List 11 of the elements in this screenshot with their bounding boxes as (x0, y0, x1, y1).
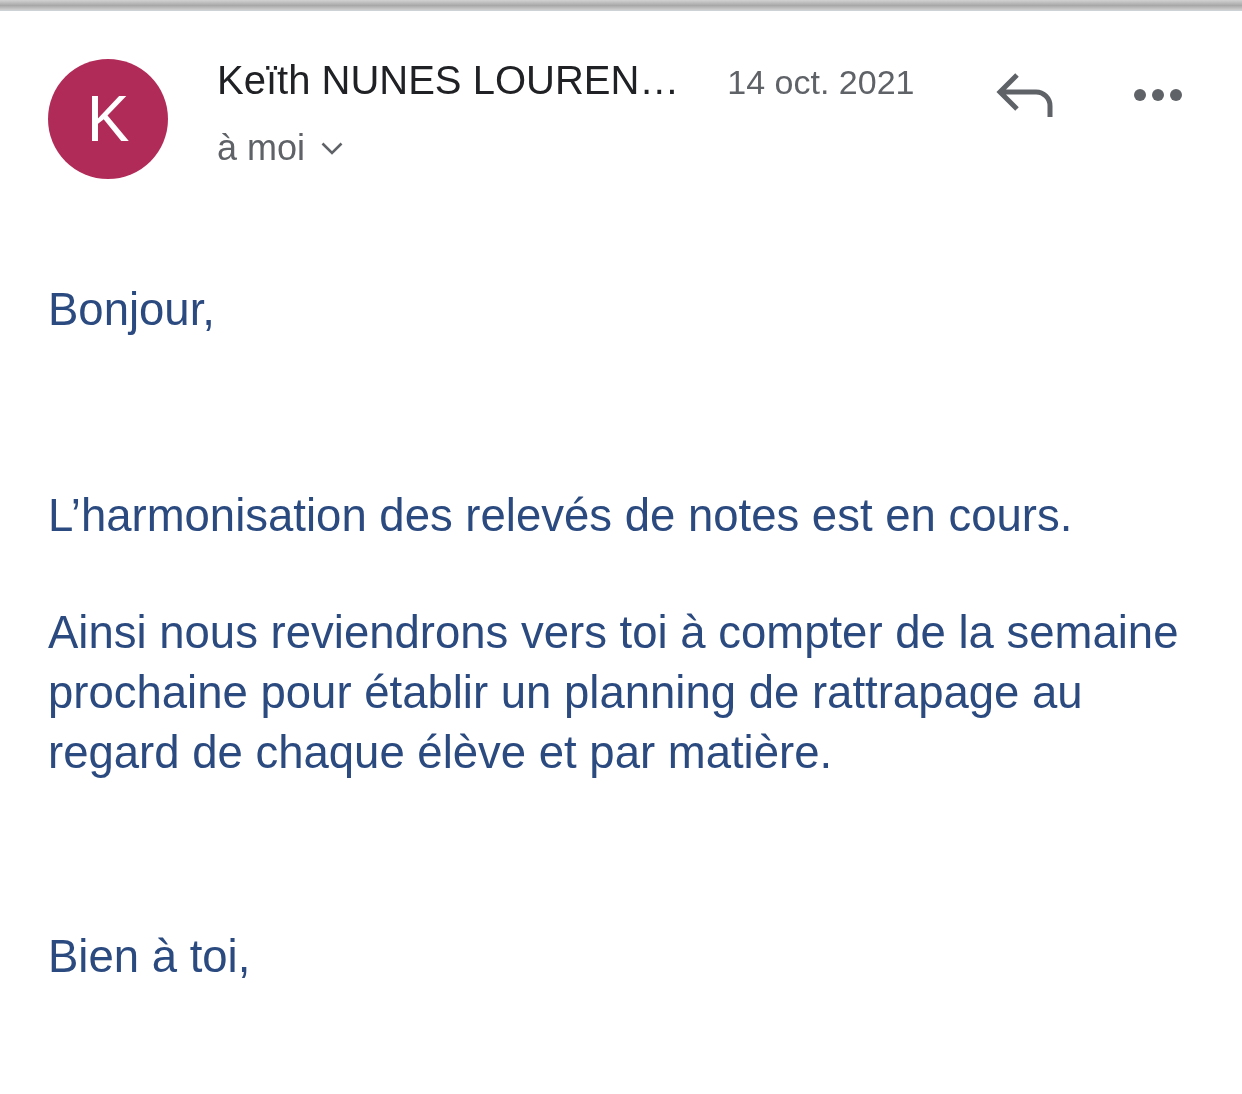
message-date: 14 oct. 2021 (727, 62, 915, 103)
message-paragraph: L’harmonisation des relevés de notes est en cours. (48, 489, 1074, 543)
more-dots-icon (1134, 89, 1182, 101)
message-paragraph: Ainsi nous reviendrons vers toi à compter de la semaine prochaine pour établir un planning de rattrapage au regard de chaque élève et par matière. (48, 606, 1180, 780)
sender-avatar: K (48, 59, 168, 179)
message-paragraph: Bonjour, (48, 283, 216, 337)
message-paragraph: Bien à toi, (48, 930, 252, 984)
reply-arrow-icon (996, 73, 1054, 117)
recipient-button[interactable]: à moi (217, 126, 344, 170)
chevron-down-icon (321, 141, 344, 155)
sender-name: Keïth NUNES LOUREN… (217, 59, 680, 101)
